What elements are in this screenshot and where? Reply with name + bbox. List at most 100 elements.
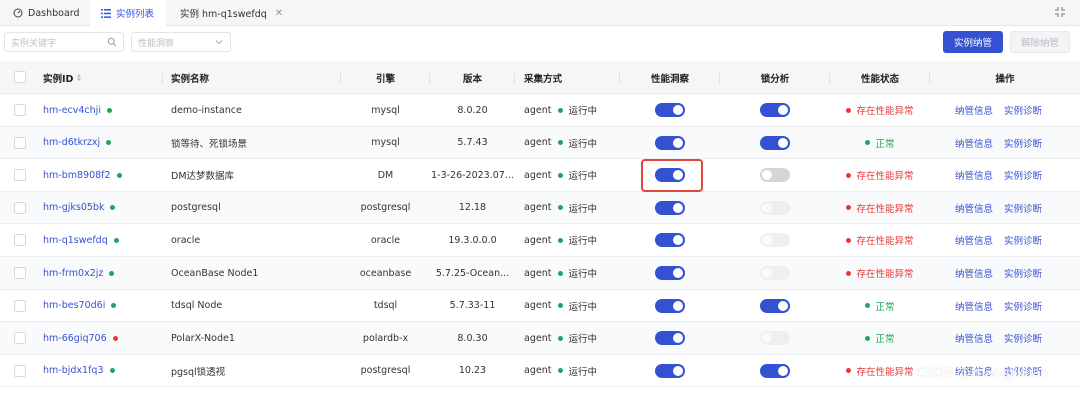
tab-label: Dashboard — [28, 7, 80, 19]
running-dot — [558, 237, 564, 243]
running-dot — [558, 172, 564, 178]
perf-status-text: 存在性能异常 — [856, 171, 914, 183]
tab-dashboard[interactable]: Dashboard — [0, 0, 88, 26]
insight-toggle[interactable] — [655, 233, 685, 248]
diagnose-link[interactable]: 实例诊断 — [1004, 94, 1054, 126]
manage-info-link[interactable]: 纳管信息 — [955, 322, 1000, 354]
row-checkbox[interactable] — [14, 169, 26, 182]
instance-name: DM达梦数据库 — [171, 171, 235, 183]
table-row: hm-ecv4chji demo-instance mysql 8.0.20 agent… — [0, 94, 1080, 127]
insight-toggle[interactable] — [655, 331, 685, 346]
row-checkbox[interactable] — [14, 201, 26, 214]
row-checkbox[interactable] — [14, 104, 26, 116]
collect-method: agent — [524, 137, 552, 149]
tab-label: 实例列表 — [116, 9, 155, 20]
instance-id-link[interactable]: hm-bes70d6i — [43, 300, 105, 311]
insight-toggle[interactable] — [655, 266, 685, 280]
diagnose-link[interactable]: 实例诊断 — [1004, 127, 1054, 159]
insight-toggle[interactable] — [655, 298, 685, 313]
instance-id-link[interactable]: hm-frm0x2jz — [43, 268, 103, 279]
instance-id-cell: hm-66giq706 — [43, 322, 163, 354]
instance-id-link[interactable]: hm-66giq706 — [43, 333, 107, 344]
sort-icon[interactable] — [77, 74, 82, 81]
instance-id-link[interactable]: hm-ecv4chji — [43, 105, 101, 116]
row-checkbox[interactable] — [14, 332, 26, 345]
perf-status: 存在性能异常 — [830, 224, 930, 256]
instance-name: postgresql — [171, 202, 221, 214]
row-checkbox[interactable] — [14, 267, 26, 279]
diagnose-link[interactable]: 实例诊断 — [1004, 257, 1054, 289]
perf-status-dot — [846, 270, 852, 276]
lock-analysis-toggle[interactable] — [760, 298, 790, 313]
collapse-icon[interactable] — [1054, 6, 1066, 18]
instance-name: 锁等待、死锁场景 — [171, 138, 248, 150]
manage-info-link[interactable]: 纳管信息 — [955, 192, 1000, 224]
instance-id-link[interactable]: hm-q1swefdq — [43, 235, 108, 246]
insight-toggle[interactable] — [655, 135, 685, 150]
engine: oceanbase — [359, 267, 412, 279]
perf-status-dot — [865, 335, 871, 341]
watermark: CSDN @zhangjikuan — [916, 366, 1049, 381]
row-checkbox[interactable] — [14, 299, 26, 312]
lock-analysis-toggle[interactable] — [760, 135, 790, 150]
manage-info-link[interactable]: 纳管信息 — [955, 290, 1000, 322]
engine: tdsql — [373, 300, 398, 312]
instance-status-dot — [106, 107, 112, 113]
instance-id-link[interactable]: hm-bjdx1fq3 — [43, 365, 104, 376]
insight-toggle[interactable] — [655, 363, 685, 378]
close-icon[interactable]: ✕ — [275, 8, 283, 19]
tab-instance-detail[interactable]: 实例 hm-q1swefdq ✕ — [168, 0, 288, 26]
instance-name: demo-instance — [171, 104, 242, 116]
collect-cell: agent 运行中 — [524, 355, 620, 387]
column-header-engine: 引擎 — [341, 61, 430, 94]
instance-status-dot — [111, 303, 117, 309]
unmanage-instance-button[interactable]: 解除纳管 — [1010, 31, 1070, 53]
column-header-id[interactable]: 实例ID — [32, 61, 163, 94]
perf-status-text: 正常 — [875, 138, 895, 150]
manage-info-link[interactable]: 纳管信息 — [955, 257, 1000, 289]
select-all-checkbox[interactable] — [14, 71, 26, 83]
diagnose-link[interactable]: 实例诊断 — [1004, 224, 1054, 256]
perf-status-text: 存在性能异常 — [856, 203, 914, 215]
run-status: 运行中 — [568, 301, 597, 313]
instance-id-cell: hm-ecv4chji — [43, 94, 163, 126]
run-status: 运行中 — [568, 171, 597, 183]
diagnose-link[interactable]: 实例诊断 — [1004, 290, 1054, 322]
insight-select[interactable]: 性能洞察 — [131, 32, 231, 52]
row-checkbox[interactable] — [14, 234, 26, 247]
manage-info-link[interactable]: 纳管信息 — [955, 224, 1000, 256]
run-status: 运行中 — [568, 138, 597, 150]
instance-status-dot — [113, 237, 119, 243]
perf-status: 正常 — [830, 322, 930, 354]
instance-id-link[interactable]: hm-d6tkrzxj — [43, 137, 100, 148]
insight-toggle[interactable] — [655, 103, 685, 117]
insight-toggle[interactable] — [655, 200, 685, 215]
lock-analysis-toggle — [760, 233, 790, 248]
lock-analysis-toggle[interactable] — [760, 168, 790, 183]
engine: mysql — [371, 137, 400, 149]
instance-id-link[interactable]: hm-gjks05bk — [43, 202, 104, 213]
collect-cell: agent 运行中 — [524, 94, 620, 126]
row-checkbox[interactable] — [14, 364, 26, 377]
search-input[interactable]: 实例关键字 — [4, 32, 124, 52]
manage-info-link[interactable]: 纳管信息 — [955, 127, 1000, 159]
instance-id-cell: hm-bm8908f2 — [43, 159, 163, 191]
engine: DM — [377, 169, 394, 181]
diagnose-link[interactable]: 实例诊断 — [1004, 192, 1054, 224]
engine: polardb-x — [362, 332, 409, 344]
engine: oracle — [370, 234, 401, 246]
manage-info-link[interactable]: 纳管信息 — [955, 159, 1000, 191]
manage-info-link[interactable]: 纳管信息 — [955, 94, 1000, 126]
lock-analysis-toggle[interactable] — [760, 103, 790, 117]
row-checkbox[interactable] — [14, 136, 26, 149]
manage-instance-button[interactable]: 实例纳管 — [943, 31, 1003, 53]
instance-name: oracle — [171, 234, 201, 246]
instance-id-link[interactable]: hm-bm8908f2 — [43, 170, 111, 181]
version: 5.7.43 — [457, 137, 488, 149]
diagnose-link[interactable]: 实例诊断 — [1004, 322, 1054, 354]
lock-analysis-toggle[interactable] — [760, 363, 790, 378]
tab-instance-list[interactable]: 实例列表 — [90, 0, 166, 26]
diagnose-link[interactable]: 实例诊断 — [1004, 159, 1054, 191]
perf-status-text: 存在性能异常 — [856, 106, 914, 117]
highlight-box — [641, 159, 703, 192]
